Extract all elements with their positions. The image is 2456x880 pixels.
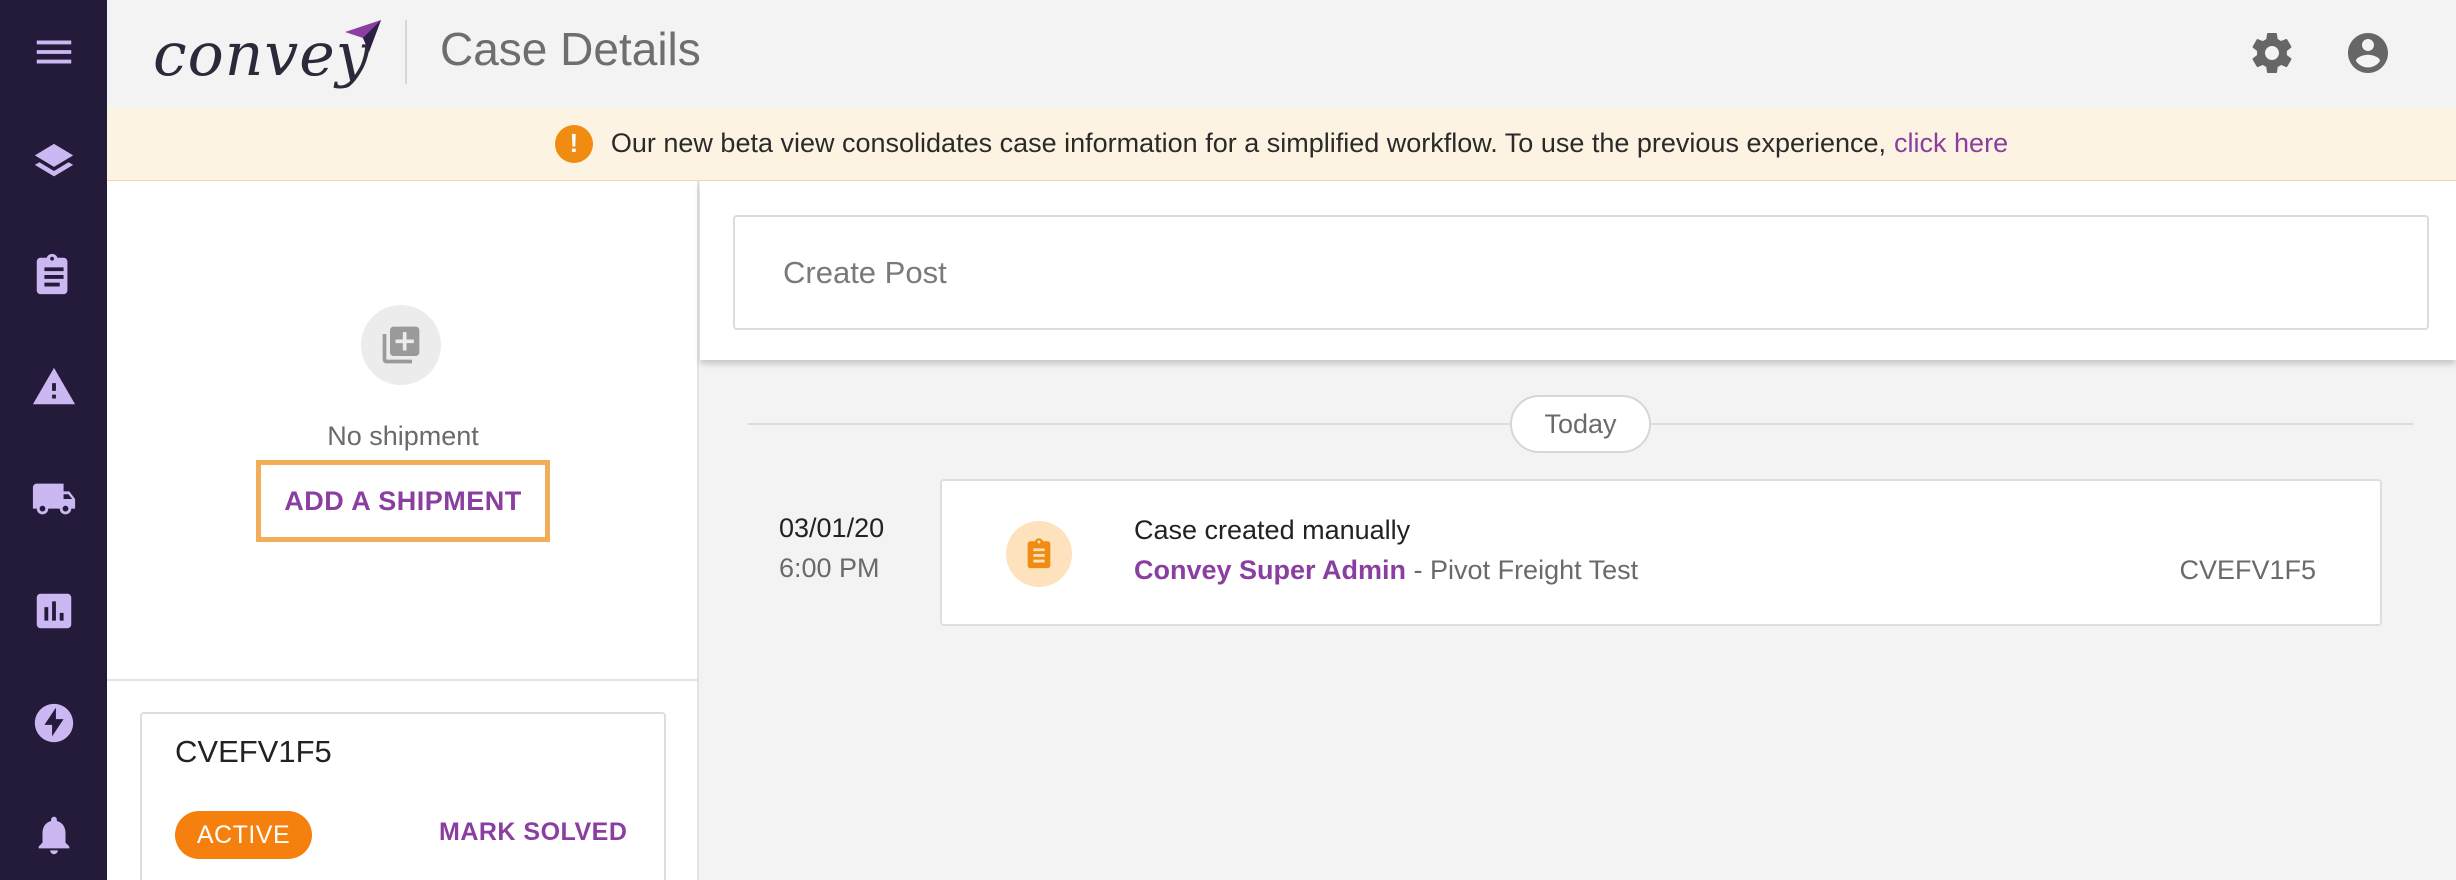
entry-title: Case created manually — [1134, 515, 1411, 545]
entry-org: Pivot Freight Test — [1430, 555, 1639, 585]
case-id: CVEFV1F5 — [175, 734, 332, 769]
add-shipment-icon — [361, 305, 441, 385]
bell-icon — [38, 816, 69, 855]
shipment-panel: No shipment ADD A SHIPMENT CVEFV1F5 ACTI… — [107, 181, 699, 880]
nav-item-notifications[interactable] — [0, 800, 107, 870]
no-shipment-text: No shipment — [327, 421, 479, 451]
page-title: Case Details — [440, 23, 701, 75]
timeline-entry: Case created manually Convey Super Admin… — [940, 479, 2382, 626]
nav-item-alerts[interactable] — [0, 352, 107, 422]
entry-author-link[interactable]: Convey Super Admin — [1134, 555, 1406, 585]
previous-experience-link[interactable]: click here — [1894, 128, 2008, 159]
top-header: convey Case Details — [107, 0, 2456, 107]
entry-icon — [1006, 521, 1072, 587]
clipboard-icon — [36, 253, 67, 295]
banner-message: Our new beta view consolidates case info… — [610, 128, 1887, 158]
alert-icon: ! — [554, 124, 593, 163]
truck-icon — [32, 483, 75, 515]
logo-text: convey — [153, 20, 371, 90]
paper-plane-icon — [345, 20, 381, 52]
case-card: CVEFV1F5 ACTIVE MARK SOLVED — [140, 712, 666, 880]
nav-item-automation[interactable] — [0, 688, 107, 758]
library-add-icon — [382, 326, 420, 364]
bolt-icon — [34, 703, 73, 743]
create-post-input[interactable]: Create Post — [733, 215, 2429, 330]
menu-button[interactable] — [0, 17, 107, 87]
entry-meta: Convey Super Admin - Pivot Freight Test — [1134, 555, 1638, 586]
entry-separator: - — [1406, 555, 1431, 585]
header-divider — [405, 20, 407, 84]
beta-banner: ! Our new beta view consolidates case in… — [107, 107, 2456, 181]
entry-date: 03/01/20 — [779, 513, 885, 543]
entry-time: 6:00 PM — [779, 553, 880, 583]
nav-item-reports[interactable] — [0, 576, 107, 646]
entry-reference: CVEFV1F5 — [2179, 555, 2316, 585]
chart-icon — [36, 593, 71, 629]
convey-logo[interactable]: convey — [153, 14, 383, 90]
clipboard-icon — [1027, 538, 1051, 569]
add-shipment-button[interactable]: ADD A SHIPMENT — [256, 460, 550, 542]
layers-icon — [34, 143, 73, 177]
side-nav — [0, 0, 107, 880]
nav-item-layers[interactable] — [0, 128, 107, 198]
post-composer: Create Post — [700, 181, 2456, 360]
mark-solved-button[interactable]: MARK SOLVED — [439, 818, 627, 847]
status-badge: ACTIVE — [175, 811, 312, 859]
warning-icon — [32, 367, 75, 405]
account-circle-icon — [2348, 33, 2388, 73]
account-button[interactable] — [2340, 25, 2396, 81]
panel-divider — [107, 679, 699, 681]
settings-button[interactable] — [2244, 25, 2300, 81]
nav-item-shipments[interactable] — [0, 464, 107, 534]
menu-icon — [36, 40, 71, 64]
gear-icon — [2252, 33, 2292, 74]
nav-item-cases[interactable] — [0, 240, 107, 310]
date-divider-label: Today — [1510, 395, 1651, 453]
